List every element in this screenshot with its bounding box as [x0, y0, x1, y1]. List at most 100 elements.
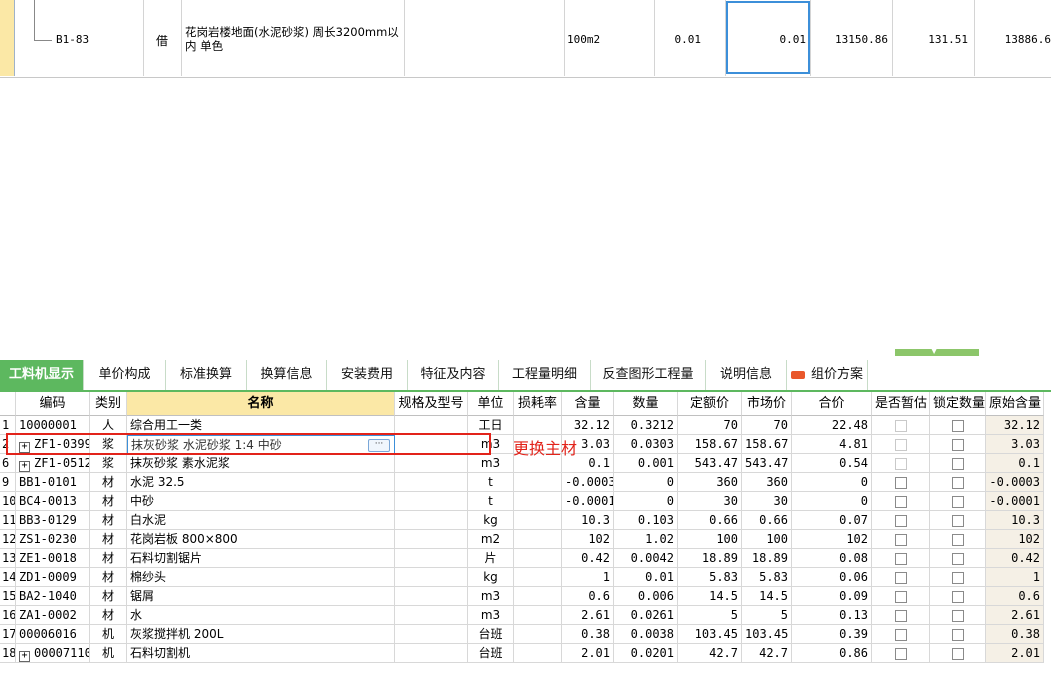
is-estimate-cell[interactable]	[872, 492, 930, 511]
original-content-cell[interactable]: 0.6	[986, 587, 1044, 606]
original-content-cell[interactable]: 0.1	[986, 454, 1044, 473]
unit-cell[interactable]: 台班	[468, 644, 514, 663]
code-cell[interactable]: 00006016	[16, 625, 90, 644]
quantity-cell[interactable]: 0.0038	[614, 625, 678, 644]
spec-cell[interactable]	[395, 568, 468, 587]
loss-rate-cell[interactable]	[514, 644, 562, 663]
quota-price-cell[interactable]: 158.67	[678, 435, 742, 454]
loss-rate-cell[interactable]	[514, 606, 562, 625]
lock-checkbox[interactable]	[951, 648, 964, 660]
row-index-cell[interactable]: 17	[0, 625, 16, 644]
total-cell[interactable]: 22.48	[792, 416, 872, 435]
quantity-cell[interactable]: 0	[614, 473, 678, 492]
name-cell[interactable]: 锯屑	[127, 587, 395, 606]
unit-cell[interactable]: kg	[468, 511, 514, 530]
quota-price-cell[interactable]: 5	[678, 606, 742, 625]
lock-checkbox[interactable]	[951, 477, 964, 489]
is-estimate-cell[interactable]	[872, 568, 930, 587]
quota-price-cell[interactable]: 0.66	[678, 511, 742, 530]
is-estimate-cell[interactable]	[872, 549, 930, 568]
estimate-checkbox[interactable]	[894, 477, 907, 489]
is-estimate-cell[interactable]	[872, 587, 930, 606]
quantity-cell[interactable]: 0.006	[614, 587, 678, 606]
loss-rate-cell[interactable]	[514, 530, 562, 549]
quota-price-cell[interactable]: 18.89	[678, 549, 742, 568]
quantity-cell[interactable]: 0.001	[614, 454, 678, 473]
loss-rate-cell[interactable]	[514, 416, 562, 435]
col-category-header[interactable]: 类别	[90, 392, 127, 416]
content-cell[interactable]: 10.3	[562, 511, 614, 530]
col-name-header[interactable]: 名称	[127, 392, 395, 416]
original-content-cell[interactable]: 0.42	[986, 549, 1044, 568]
estimate-checkbox[interactable]	[894, 420, 907, 432]
unit-cell[interactable]: kg	[468, 568, 514, 587]
col-spec-header[interactable]: 规格及型号	[395, 392, 468, 416]
unit-cell[interactable]: t	[468, 473, 514, 492]
lock-quantity-cell[interactable]	[930, 568, 986, 587]
row-index-cell[interactable]: 16	[0, 606, 16, 625]
market-price-cell[interactable]: 100	[742, 530, 792, 549]
lock-checkbox[interactable]	[951, 629, 964, 641]
col-original-content-header[interactable]: 原始含量	[986, 392, 1044, 416]
row-index-cell[interactable]: 10	[0, 492, 16, 511]
market-price-cell[interactable]: 158.67	[742, 435, 792, 454]
expand-plus-icon[interactable]: +	[19, 651, 30, 662]
name-cell[interactable]: 棉纱头	[127, 568, 395, 587]
category-cell[interactable]: 机	[90, 644, 127, 663]
total-cell[interactable]: 0.86	[792, 644, 872, 663]
total-cell[interactable]: 0.07	[792, 511, 872, 530]
content-cell[interactable]: 0.42	[562, 549, 614, 568]
is-estimate-cell[interactable]	[872, 530, 930, 549]
original-content-cell[interactable]: 32.12	[986, 416, 1044, 435]
lock-quantity-cell[interactable]	[930, 549, 986, 568]
lock-checkbox[interactable]	[951, 439, 964, 451]
estimate-checkbox[interactable]	[894, 610, 907, 622]
spec-cell[interactable]	[395, 511, 468, 530]
spec-cell[interactable]	[395, 530, 468, 549]
total-cell[interactable]: 0.06	[792, 568, 872, 587]
lock-quantity-cell[interactable]	[930, 492, 986, 511]
total-cell[interactable]: 0.09	[792, 587, 872, 606]
code-cell[interactable]: BC4-0013	[16, 492, 90, 511]
lock-checkbox[interactable]	[951, 458, 964, 470]
top-code-cell[interactable]: B1-83	[14, 0, 144, 76]
lock-quantity-cell[interactable]	[930, 435, 986, 454]
lock-checkbox[interactable]	[951, 496, 964, 508]
quantity-cell[interactable]: 0.0303	[614, 435, 678, 454]
lock-checkbox[interactable]	[951, 572, 964, 584]
quantity-cell[interactable]: 0.01	[614, 568, 678, 587]
code-cell[interactable]: ZD1-0009	[16, 568, 90, 587]
category-cell[interactable]: 材	[90, 492, 127, 511]
is-estimate-cell[interactable]	[872, 625, 930, 644]
category-cell[interactable]: 材	[90, 568, 127, 587]
category-cell[interactable]: 浆	[90, 454, 127, 473]
category-cell[interactable]: 材	[90, 473, 127, 492]
is-estimate-cell[interactable]	[872, 511, 930, 530]
total-cell[interactable]: 0.08	[792, 549, 872, 568]
row-index-cell[interactable]: 9	[0, 473, 16, 492]
name-cell[interactable]: 石料切割锯片	[127, 549, 395, 568]
top-name-cell[interactable]: 花岗岩楼地面(水泥砂浆) 周长3200mm以内 单色	[182, 0, 405, 76]
lock-checkbox[interactable]	[951, 534, 964, 546]
lock-quantity-cell[interactable]	[930, 511, 986, 530]
code-cell[interactable]: +00007110	[16, 644, 90, 663]
top-extra-cell[interactable]: 13886.6	[975, 0, 1051, 76]
is-estimate-cell[interactable]	[872, 606, 930, 625]
splitter-handle[interactable]: ▼	[895, 346, 979, 356]
content-cell[interactable]: 0.38	[562, 625, 614, 644]
lock-checkbox[interactable]	[951, 553, 964, 565]
market-price-cell[interactable]: 360	[742, 473, 792, 492]
spec-cell[interactable]	[395, 644, 468, 663]
market-price-cell[interactable]: 543.47	[742, 454, 792, 473]
total-cell[interactable]: 0.13	[792, 606, 872, 625]
spec-cell[interactable]	[395, 587, 468, 606]
is-estimate-cell[interactable]	[872, 473, 930, 492]
unit-cell[interactable]: 台班	[468, 625, 514, 644]
col-lock-quantity-header[interactable]: 锁定数量	[930, 392, 986, 416]
tab-reverse-lookup[interactable]: 反查图形工程量	[591, 360, 706, 390]
total-cell[interactable]: 0	[792, 473, 872, 492]
row-index-cell[interactable]: 6	[0, 454, 16, 473]
quantity-cell[interactable]: 0	[614, 492, 678, 511]
row-index-cell[interactable]: 13	[0, 549, 16, 568]
quota-price-cell[interactable]: 103.45	[678, 625, 742, 644]
